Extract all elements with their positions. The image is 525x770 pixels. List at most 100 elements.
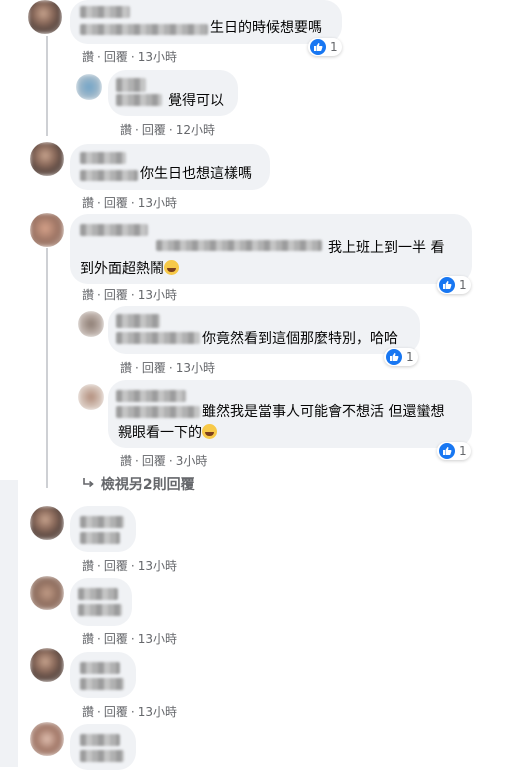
timestamp[interactable]: 13小時 (138, 559, 177, 573)
blurred-text (80, 170, 138, 181)
comment-bubble: 我上班上到一半 看 到外面超熱鬧 (70, 214, 472, 284)
avatar[interactable] (30, 213, 64, 247)
blurred-name (80, 152, 126, 164)
comment-bubble: 你生日也想這樣嗎 (70, 144, 270, 190)
blurred-text (116, 406, 200, 418)
reply-button[interactable]: 回覆 (104, 50, 128, 64)
reaction-number: 1 (330, 40, 338, 54)
comment-bubble (70, 506, 136, 552)
blurred-name (80, 734, 120, 746)
comment-text: 雖然我是當事人可能會不想活 但還蠻想 (202, 404, 445, 420)
avatar[interactable] (30, 722, 64, 756)
reply-button[interactable]: 回覆 (104, 559, 128, 573)
view-more-replies-label: 檢視另2則回覆 (100, 477, 195, 493)
comment-text: 覺得可以 (168, 93, 224, 109)
avatar[interactable] (28, 0, 62, 34)
blurred-name (80, 516, 124, 528)
avatar[interactable] (30, 142, 64, 176)
laughing-emoji-icon (164, 260, 179, 275)
timestamp[interactable]: 13小時 (138, 50, 177, 64)
comment-bubble: 雖然我是當事人可能會不想活 但還蠻想 親眼看一下的 (108, 380, 472, 448)
avatar[interactable] (30, 576, 64, 610)
avatar[interactable] (76, 74, 102, 100)
blurred-text (80, 750, 124, 762)
blurred-name (80, 662, 120, 674)
comment-bubble: 你竟然看到這個那麼特別，哈哈 (108, 306, 420, 354)
like-button[interactable]: 讚 (120, 123, 132, 137)
like-button[interactable]: 讚 (120, 454, 132, 468)
thread-line (46, 248, 48, 488)
reply-button[interactable]: 回覆 (142, 361, 166, 375)
like-button[interactable]: 讚 (82, 705, 94, 719)
reply-button[interactable]: 回覆 (142, 454, 166, 468)
blurred-name (116, 390, 186, 402)
blurred-text (80, 532, 120, 544)
like-icon (439, 277, 455, 293)
timestamp[interactable]: 13小時 (138, 196, 177, 210)
reply-button[interactable]: 回覆 (142, 123, 166, 137)
blurred-text (116, 94, 162, 106)
blurred-name (116, 314, 160, 328)
reply-button[interactable]: 回覆 (104, 288, 128, 302)
comment-bubble (70, 578, 132, 626)
avatar[interactable] (30, 648, 64, 682)
comment-bubble: 覺得可以 (108, 70, 238, 116)
comment-bubble: 生日的時候想要嗎 (70, 0, 342, 44)
blurred-name (78, 588, 118, 600)
view-more-replies-button[interactable]: 檢視另2則回覆 (82, 474, 195, 494)
comment-actions: 讚 · 回覆 · 3小時 (120, 454, 208, 468)
blurred-text (80, 24, 208, 35)
reaction-number: 1 (406, 350, 414, 364)
reply-arrow-icon (82, 477, 96, 493)
thread-line (46, 36, 48, 136)
blurred-name (80, 6, 130, 18)
like-icon (439, 443, 455, 459)
comment-actions: 讚 · 回覆 · 13小時 (120, 361, 215, 375)
blurred-text (80, 678, 124, 690)
avatar[interactable] (78, 311, 104, 337)
comment-actions: 讚 · 回覆 · 13小時 (82, 288, 177, 302)
comment-actions: 讚 · 回覆 · 12小時 (120, 123, 215, 137)
blurred-name (80, 224, 148, 236)
like-button[interactable]: 讚 (82, 632, 94, 646)
timestamp[interactable]: 13小時 (176, 361, 215, 375)
timestamp[interactable]: 13小時 (138, 705, 177, 719)
like-button[interactable]: 讚 (82, 50, 94, 64)
timestamp[interactable]: 13小時 (138, 632, 177, 646)
like-icon (310, 39, 326, 55)
avatar[interactable] (30, 506, 64, 540)
comment-actions: 讚 · 回覆 · 13小時 (82, 196, 177, 210)
comment-bubble (70, 652, 136, 698)
reaction-number: 1 (459, 278, 467, 292)
comment-text-line2: 到外面超熱鬧 (80, 258, 179, 280)
reaction-count[interactable]: 1 (437, 276, 471, 294)
reply-button[interactable]: 回覆 (104, 196, 128, 210)
reaction-count[interactable]: 1 (437, 442, 471, 460)
timestamp[interactable]: 13小時 (138, 288, 177, 302)
avatar[interactable] (78, 384, 104, 410)
comment-actions: 讚 · 回覆 · 13小時 (82, 632, 177, 646)
blurred-text (116, 332, 200, 344)
blurred-text (78, 604, 122, 616)
like-button[interactable]: 讚 (82, 196, 94, 210)
reaction-count[interactable]: 1 (384, 348, 418, 366)
comment-text: 你生日也想這樣嗎 (140, 166, 252, 182)
reply-button[interactable]: 回覆 (104, 705, 128, 719)
laughing-emoji-icon (202, 424, 217, 439)
comment-actions: 讚 · 回覆 · 13小時 (82, 705, 177, 719)
left-edge (0, 480, 18, 767)
comment-bubble (70, 724, 136, 770)
reaction-number: 1 (459, 444, 467, 458)
timestamp[interactable]: 12小時 (176, 123, 215, 137)
like-button[interactable]: 讚 (82, 559, 94, 573)
comment-actions: 讚 · 回覆 · 13小時 (82, 50, 177, 64)
comment-text-line2: 親眼看一下的 (118, 422, 217, 444)
comment-text: 生日的時候想要嗎 (210, 20, 322, 36)
like-button[interactable]: 讚 (82, 288, 94, 302)
like-button[interactable]: 讚 (120, 361, 132, 375)
blurred-name (116, 78, 146, 92)
timestamp[interactable]: 3小時 (176, 454, 208, 468)
reply-button[interactable]: 回覆 (104, 632, 128, 646)
blurred-text (156, 240, 322, 251)
reaction-count[interactable]: 1 (308, 38, 342, 56)
